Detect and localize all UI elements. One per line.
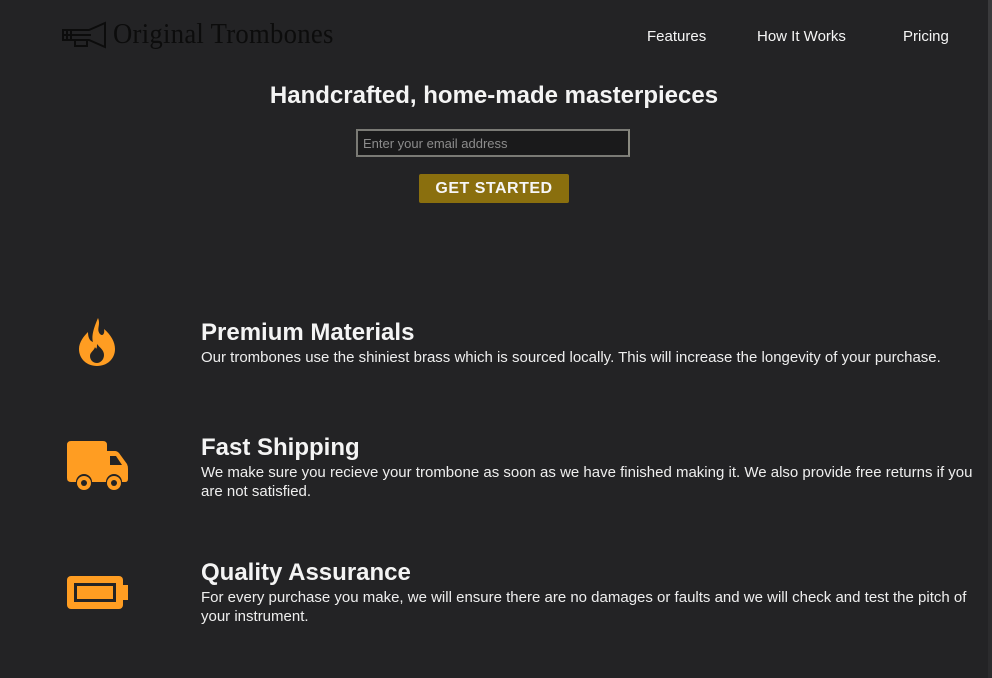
scrollbar-thumb[interactable] xyxy=(988,0,992,320)
battery-icon xyxy=(67,576,128,609)
hero-title: Handcrafted, home-made masterpieces xyxy=(269,82,719,109)
site-header: Original Trombones Features How It Works… xyxy=(0,0,988,75)
email-input[interactable] xyxy=(356,129,630,157)
feature-title: Quality Assurance xyxy=(201,559,411,586)
nav-link-pricing[interactable]: Pricing xyxy=(903,28,949,45)
main-nav: Features How It Works Pricing xyxy=(0,28,988,48)
feature-description: We make sure you recieve your trombone a… xyxy=(201,464,973,500)
fire-icon xyxy=(79,318,115,366)
get-started-button[interactable]: GET STARTED xyxy=(419,174,569,203)
truck-icon xyxy=(67,441,128,490)
feature-title: Premium Materials xyxy=(201,319,415,346)
feature-description: Our trombones use the shiniest brass whi… xyxy=(201,349,941,366)
feature-title: Fast Shipping xyxy=(201,434,360,461)
feature-description: For every purchase you make, we will ens… xyxy=(201,589,967,625)
nav-link-how-it-works[interactable]: How It Works xyxy=(757,28,846,45)
nav-link-features[interactable]: Features xyxy=(647,28,706,45)
